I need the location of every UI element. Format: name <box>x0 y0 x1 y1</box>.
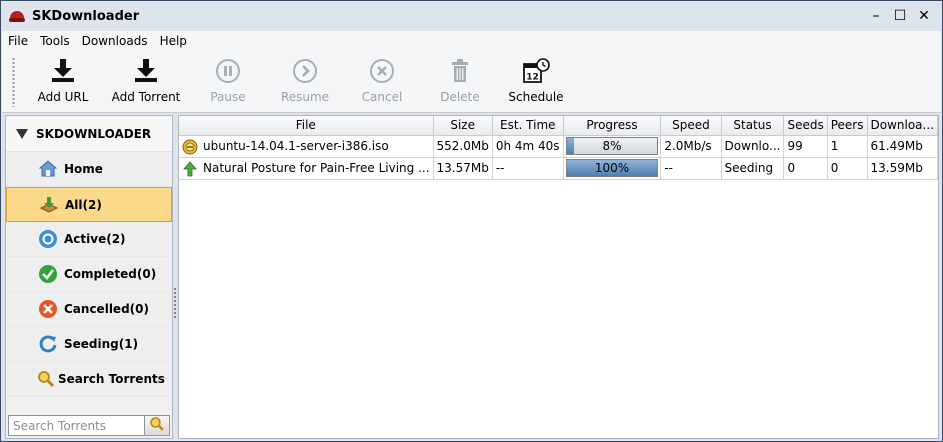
sidebar-item-search-torrents[interactable]: Search Torrents <box>6 362 172 397</box>
schedule-button[interactable]: 12 Schedule <box>508 57 564 107</box>
column-header-est-time[interactable]: Est. Time <box>492 116 564 136</box>
resume-button[interactable]: Resume <box>280 57 330 107</box>
column-header-size[interactable]: Size <box>433 116 493 136</box>
cell-file: Natural Posture for Pain-Free Living ... <box>179 157 434 180</box>
trash-icon <box>446 57 474 85</box>
minimize-button[interactable]: – <box>864 7 888 25</box>
title-bar: SKDownloader – ☐ ✕ <box>1 1 942 31</box>
column-header-seeds[interactable]: Seeds <box>783 116 828 136</box>
sidebar-item-home[interactable]: Home <box>6 152 172 187</box>
cell-file: ubuntu-14.04.1-server-i386.iso <box>179 135 434 158</box>
cancel-button[interactable]: Cancel <box>360 57 404 107</box>
maximize-button[interactable]: ☐ <box>888 7 912 25</box>
menu-bar: File Tools Downloads Help <box>2 31 941 51</box>
svg-text:12: 12 <box>526 73 539 83</box>
column-header-speed[interactable]: Speed <box>660 116 722 136</box>
cell-peers: 1 <box>827 135 868 158</box>
cell-status: Downlo... <box>721 135 785 158</box>
toolbar-grip[interactable] <box>12 57 15 107</box>
sidebar-item-completed[interactable]: Completed(0) <box>6 257 172 292</box>
cell-size: 13.57Mb <box>433 157 493 180</box>
progress-bar: 100% <box>565 159 659 177</box>
download-arrow-icon <box>132 57 160 85</box>
progress-label: 8% <box>602 139 622 153</box>
progress-bar: 8% <box>565 137 659 155</box>
cell-size: 552.0Mb <box>433 135 493 158</box>
sidebar-item-all[interactable]: All(2) <box>6 187 172 222</box>
download-arrow-icon <box>49 57 77 85</box>
toolbar: Add URL Add Torrent Pause Resume Cancel <box>2 51 941 113</box>
sidebar-header[interactable]: SKDOWNLOADER <box>6 116 172 152</box>
downloads-table: File Size Est. Time Progress Speed Statu… <box>179 116 938 180</box>
table-row[interactable]: ubuntu-14.04.1-server-i386.iso 552.0Mb 0… <box>179 135 938 158</box>
app-logo-icon <box>9 8 25 24</box>
pause-button[interactable]: Pause <box>206 57 250 107</box>
column-header-peers[interactable]: Peers <box>827 116 868 136</box>
app-window: SKDownloader – ☐ ✕ File Tools Downloads … <box>0 0 943 442</box>
resume-icon <box>291 57 319 85</box>
collapse-triangle-icon <box>16 128 28 139</box>
menu-tools[interactable]: Tools <box>34 31 76 51</box>
table-header-row: File Size Est. Time Progress Speed Statu… <box>179 116 938 136</box>
close-button[interactable]: ✕ <box>912 7 936 25</box>
cell-est-time: -- <box>492 157 564 180</box>
column-header-status[interactable]: Status <box>721 116 785 136</box>
window-controls: – ☐ ✕ <box>864 7 936 25</box>
downloading-icon <box>182 139 198 155</box>
downloads-panel: File Size Est. Time Progress Speed Statu… <box>178 115 939 439</box>
cell-seeds: 0 <box>783 157 828 180</box>
pause-icon <box>214 57 242 85</box>
search-torrents-button[interactable] <box>144 415 170 436</box>
column-header-progress[interactable]: Progress <box>563 116 662 136</box>
cell-downloaded: 61.49Mb <box>867 135 938 158</box>
cancel-icon <box>368 57 396 85</box>
completed-icon <box>38 264 58 284</box>
column-header-file[interactable]: File <box>179 116 434 136</box>
cell-downloaded: 13.59Mb <box>867 157 938 180</box>
cell-progress: 100% <box>563 157 662 180</box>
search-icon <box>149 416 165 435</box>
table-row[interactable]: Natural Posture for Pain-Free Living ...… <box>179 157 938 180</box>
add-torrent-button[interactable]: Add Torrent <box>112 57 180 107</box>
cell-status: Seeding <box>721 157 785 180</box>
calendar-clock-icon: 12 <box>522 57 550 85</box>
panel-splitter[interactable] <box>173 287 177 319</box>
column-header-downloaded[interactable]: Downloa... <box>867 116 938 136</box>
cell-speed: 2.0Mb/s <box>660 135 722 158</box>
cell-seeds: 99 <box>783 135 828 158</box>
menu-help[interactable]: Help <box>154 31 193 51</box>
home-icon <box>38 159 58 179</box>
menu-downloads[interactable]: Downloads <box>76 31 154 51</box>
sidebar-item-cancelled[interactable]: Cancelled(0) <box>6 292 172 327</box>
sidebar-item-seeding[interactable]: Seeding(1) <box>6 327 172 362</box>
sidebar: SKDOWNLOADER Home All(2) Active(2) Compl <box>5 115 173 439</box>
delete-button[interactable]: Delete <box>438 57 482 107</box>
all-icon <box>39 195 59 215</box>
cell-progress: 8% <box>563 135 662 158</box>
add-url-button[interactable]: Add URL <box>38 57 88 107</box>
seeding-arrow-icon <box>182 160 198 177</box>
cell-est-time: 0h 4m 40s <box>492 135 564 158</box>
sidebar-item-active[interactable]: Active(2) <box>6 222 172 257</box>
search-icon <box>36 369 56 389</box>
cancelled-icon <box>38 299 58 319</box>
seeding-icon <box>38 334 58 354</box>
cell-speed: -- <box>660 157 722 180</box>
window-title: SKDownloader <box>32 8 140 24</box>
cell-peers: 0 <box>827 157 868 180</box>
active-icon <box>38 229 58 249</box>
progress-label: 100% <box>594 161 630 175</box>
menu-file[interactable]: File <box>2 31 34 51</box>
search-torrents-input[interactable] <box>8 415 146 436</box>
